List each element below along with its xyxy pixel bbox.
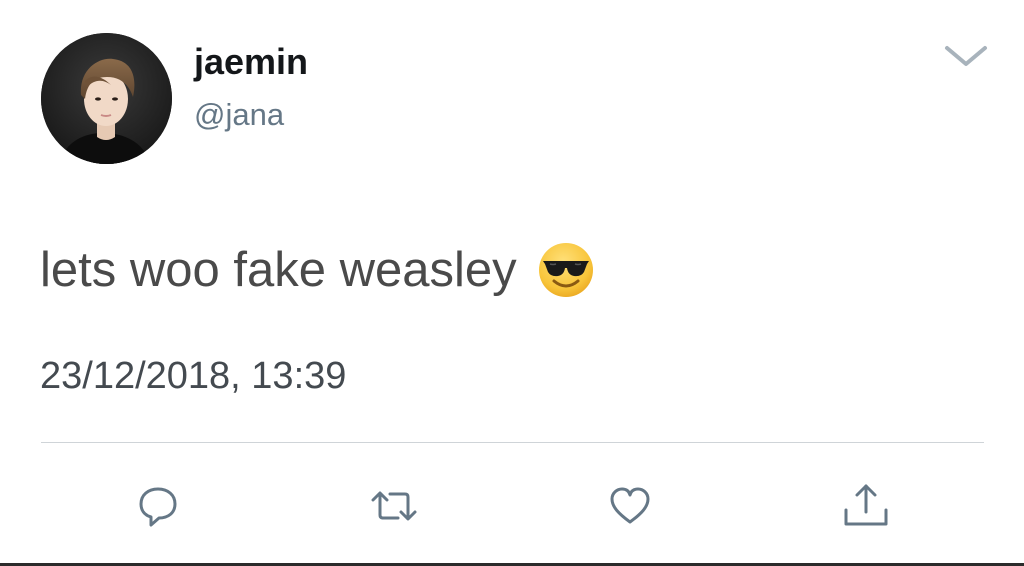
tweet-card: jaemin @jana lets woo fake weasley 23/12… <box>0 0 1024 566</box>
retweet-arrows-icon <box>371 491 417 521</box>
share-upload-icon <box>844 484 888 526</box>
user-handle[interactable]: @jana <box>194 95 284 135</box>
speech-bubble-icon <box>139 487 177 527</box>
heart-icon <box>610 487 650 524</box>
smiling-face-with-sunglasses-icon <box>537 241 595 299</box>
more-options-button[interactable] <box>938 36 994 76</box>
retweet-button[interactable] <box>368 480 420 532</box>
like-button[interactable] <box>604 480 656 532</box>
share-button[interactable] <box>840 480 892 532</box>
divider <box>41 442 984 443</box>
tweet-text: lets woo fake weasley <box>40 238 595 302</box>
chevron-down-icon <box>945 46 987 66</box>
avatar[interactable] <box>41 33 172 164</box>
tweet-timestamp[interactable]: 23/12/2018, 13:39 <box>40 352 346 400</box>
tweet-text-content: lets woo fake weasley <box>40 243 517 297</box>
avatar-photo <box>41 33 172 164</box>
display-name[interactable]: jaemin <box>194 40 308 84</box>
tweet-actions-bar <box>0 470 1024 540</box>
reply-button[interactable] <box>132 480 184 532</box>
